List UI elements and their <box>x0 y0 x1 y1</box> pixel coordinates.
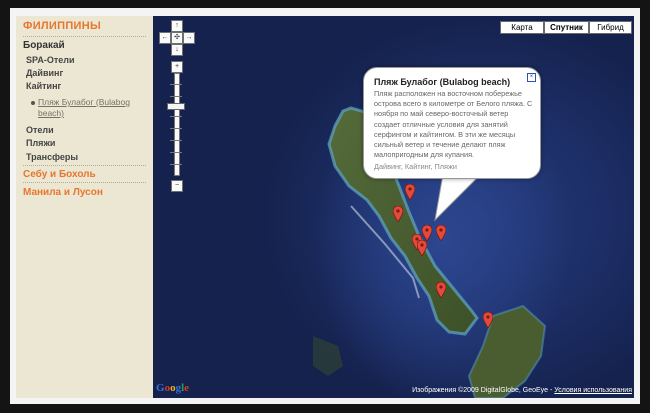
map-marker-icon[interactable] <box>483 312 493 328</box>
region-boracay[interactable]: Боракай <box>23 40 65 51</box>
map-copyright: Изображения ©2009 DigitalGlobe, GeoEye -… <box>412 387 632 394</box>
zoom-slider-handle[interactable] <box>167 103 185 110</box>
map-marker-icon[interactable] <box>405 184 415 200</box>
pan-up-icon[interactable]: ↑ <box>171 20 183 32</box>
map-marker-icon[interactable] <box>393 206 403 222</box>
map-marker-icon[interactable] <box>417 240 427 256</box>
info-window: Пляж Булабог (Bulabog beach) × Пляж расп… <box>363 67 541 179</box>
popup-tags[interactable]: Дайвинг, Кайтинг, Пляжи <box>374 162 457 171</box>
pan-right-icon[interactable]: → <box>183 32 195 44</box>
sidebar: ФИЛИППИНЫ Боракай SPA-Отели Дайвинг Кайт… <box>16 16 153 398</box>
country-title[interactable]: ФИЛИППИНЫ <box>23 20 101 32</box>
map-marker-icon[interactable] <box>436 225 446 241</box>
zoom-tick <box>170 128 182 129</box>
zoom-out-button[interactable]: − <box>171 180 183 192</box>
pan-center-icon[interactable]: ✣ <box>171 32 183 44</box>
zoom-tick <box>170 84 182 85</box>
divider <box>23 165 146 166</box>
content-area: ФИЛИППИНЫ Боракай SPA-Отели Дайвинг Кайт… <box>16 16 634 398</box>
pan-left-icon[interactable]: ← <box>159 32 171 44</box>
subcategory-kiting[interactable]: Кайтинг <box>26 81 61 91</box>
close-icon[interactable]: × <box>527 73 536 82</box>
map-type-hybrid[interactable]: Гибрид <box>589 21 632 34</box>
popup-title: Пляж Булабог (Bulabog beach) <box>374 77 511 87</box>
map-type-map[interactable]: Карта <box>500 21 544 34</box>
google-logo[interactable]: Google <box>156 382 189 394</box>
satellite-map[interactable]: Карта Спутник Гибрид ↑ ← ✣ → ↓ + − Пляж … <box>153 16 634 398</box>
bullet-icon <box>31 101 35 105</box>
zoom-tick <box>170 116 182 117</box>
zoom-tick <box>170 140 182 141</box>
map-type-satellite[interactable]: Спутник <box>544 21 589 34</box>
subcategory-diving[interactable]: Дайвинг <box>26 68 63 78</box>
zoom-tick <box>170 96 182 97</box>
map-marker-icon[interactable] <box>422 225 432 241</box>
subcategory-beaches[interactable]: Пляжи <box>26 138 55 148</box>
subcategory-transfers[interactable]: Трансферы <box>26 152 78 162</box>
divider <box>23 36 146 37</box>
map-marker-icon[interactable] <box>436 282 446 298</box>
zoom-in-button[interactable]: + <box>171 61 183 73</box>
subcategory-hotels[interactable]: Отели <box>26 125 54 135</box>
popup-description: Пляж расположен на восточном побережье о… <box>374 89 533 160</box>
item-bulabog-beach[interactable]: Пляж Булабог (Bulabog beach) <box>38 97 148 119</box>
pan-down-icon[interactable]: ↓ <box>171 44 183 56</box>
popup-tail <box>434 174 482 222</box>
region-cebu-bohol[interactable]: Себу и Бохоль <box>23 169 96 180</box>
copyright-text: Изображения ©2009 DigitalGlobe, GeoEye - <box>412 387 553 394</box>
subcategory-spa-hotels[interactable]: SPA-Отели <box>26 55 75 65</box>
terms-of-use-link[interactable]: Условия использования <box>554 387 632 394</box>
region-manila-luzon[interactable]: Манила и Лусон <box>23 187 103 198</box>
zoom-track[interactable] <box>174 73 180 176</box>
zoom-tick <box>170 152 182 153</box>
zoom-tick <box>170 164 182 165</box>
divider <box>23 182 146 183</box>
